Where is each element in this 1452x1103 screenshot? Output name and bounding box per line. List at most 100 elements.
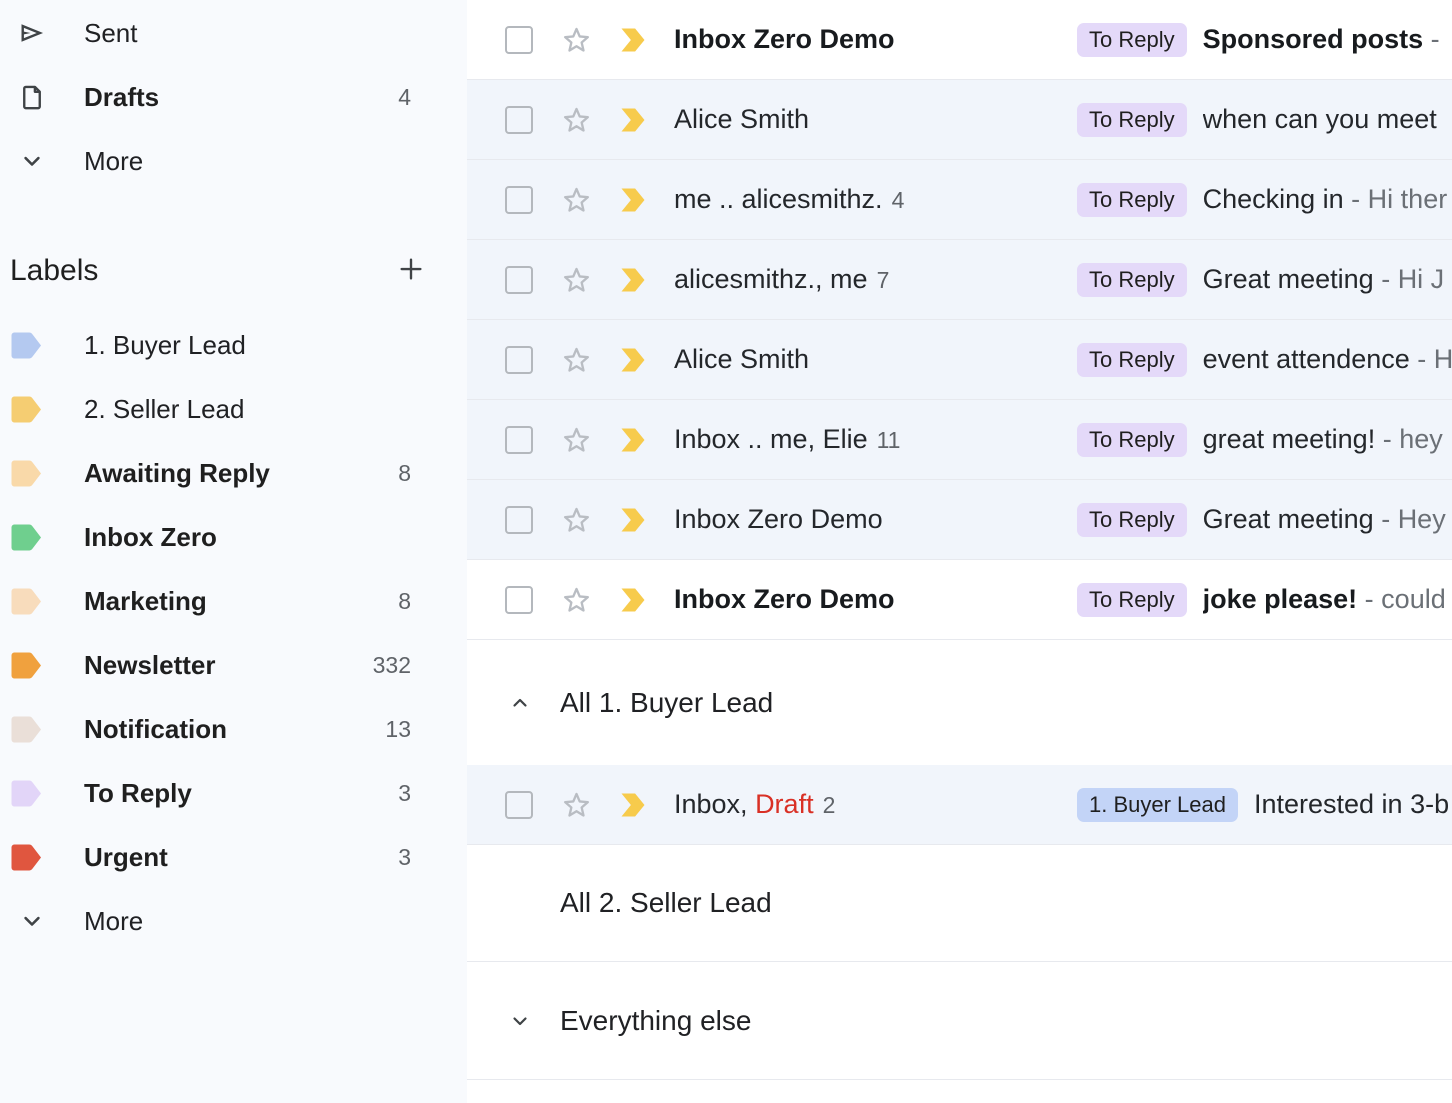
select-checkbox[interactable]	[505, 791, 533, 819]
unread-count: 13	[385, 716, 411, 743]
sidebar-label-newsletter[interactable]: Newsletter332	[0, 633, 467, 697]
sender: Inbox Zero Demo	[674, 504, 1049, 535]
sender: me .. alicesmithz.4	[674, 184, 1049, 215]
star-icon[interactable]	[560, 503, 593, 536]
star-icon[interactable]	[560, 103, 593, 136]
label-tag-icon	[10, 843, 44, 872]
star-icon[interactable]	[560, 423, 593, 456]
label-badge[interactable]: To Reply	[1077, 183, 1187, 217]
chevron-down-icon[interactable]	[508, 1007, 532, 1035]
label-tag-icon	[10, 587, 44, 616]
select-checkbox[interactable]	[505, 426, 533, 454]
subject: great meeting!	[1203, 424, 1376, 454]
star-icon[interactable]	[560, 343, 593, 376]
star-icon[interactable]	[560, 183, 593, 216]
plus-icon	[396, 254, 426, 289]
sender: alicesmithz., me7	[674, 264, 1049, 295]
label-tag-icon	[10, 651, 44, 680]
email-row[interactable]: Alice SmithTo Replywhen can you meet	[467, 80, 1452, 160]
subject: Sponsored posts	[1203, 24, 1424, 54]
sidebar-item-label: Sent	[84, 18, 411, 49]
label-badge[interactable]: To Reply	[1077, 263, 1187, 297]
select-checkbox[interactable]	[505, 106, 533, 134]
sender: Inbox .. me, Elie11	[674, 424, 1049, 455]
importance-marker-icon[interactable]	[620, 587, 649, 613]
label-badge[interactable]: To Reply	[1077, 503, 1187, 537]
importance-marker-icon[interactable]	[620, 27, 649, 53]
sidebar-label-marketing[interactable]: Marketing8	[0, 569, 467, 633]
label-badge[interactable]: To Reply	[1077, 423, 1187, 457]
sidebar-label-2-seller-lead[interactable]: 2. Seller Lead	[0, 377, 467, 441]
sidebar-item-drafts[interactable]: Drafts4	[0, 65, 467, 129]
star-icon[interactable]	[560, 788, 593, 821]
star-icon[interactable]	[560, 583, 593, 616]
sidebar-item-label: Drafts	[84, 82, 398, 113]
label-badge[interactable]: To Reply	[1077, 583, 1187, 617]
sender: Inbox, Draft2	[674, 789, 1049, 820]
email-row[interactable]: Inbox Zero DemoTo ReplySponsored posts -	[467, 0, 1452, 80]
select-checkbox[interactable]	[505, 266, 533, 294]
email-row[interactable]: me .. alicesmithz.4 To Reply Checking in -…	[467, 160, 1452, 240]
sidebar-label-urgent[interactable]: Urgent3	[0, 825, 467, 889]
thread-count: 4	[892, 187, 905, 214]
email-row[interactable]: alicesmithz., me7To ReplyGreat meeting -…	[467, 240, 1452, 320]
sidebar-item-more[interactable]: More	[0, 129, 467, 193]
document-icon	[12, 81, 52, 114]
label-tag-icon	[10, 715, 44, 744]
importance-marker-icon[interactable]	[620, 107, 649, 133]
importance-marker-icon[interactable]	[620, 187, 649, 213]
email-row[interactable]: Alice SmithTo Replyevent attendence - H	[467, 320, 1452, 400]
select-checkbox[interactable]	[505, 586, 533, 614]
chevron-down-icon	[12, 907, 52, 935]
select-checkbox[interactable]	[505, 346, 533, 374]
label-tag-icon	[10, 779, 44, 808]
create-label-button[interactable]	[395, 255, 427, 287]
subject-snippet: Checking in - Hi ther	[1203, 184, 1452, 215]
subject: Interested in 3-b	[1254, 789, 1449, 819]
label-name: Notification	[84, 714, 385, 745]
snippet: hey	[1399, 424, 1443, 454]
buyer-lead-rows: Inbox, Draft2 1. Buyer Lead Interested in …	[467, 765, 1452, 845]
subject: event attendence	[1203, 344, 1410, 374]
importance-marker-icon[interactable]	[620, 507, 649, 533]
importance-marker-icon[interactable]	[620, 427, 649, 453]
unread-count: 3	[398, 844, 411, 871]
sidebar-item-label: More	[84, 906, 411, 937]
unread-count: 8	[398, 588, 411, 615]
label-badge[interactable]: 1. Buyer Lead	[1077, 788, 1238, 822]
sidebar-label-to-reply[interactable]: To Reply3	[0, 761, 467, 825]
sidebar-label-1-buyer-lead[interactable]: 1. Buyer Lead	[0, 313, 467, 377]
section-header-buyer-lead: All 1. Buyer Lead	[467, 640, 1452, 765]
sidebar-label-notification[interactable]: Notification13	[0, 697, 467, 761]
section-title: All 1. Buyer Lead	[560, 687, 773, 719]
email-row[interactable]: Inbox .. me, Elie11 To Reply great meeting…	[467, 400, 1452, 480]
email-row[interactable]: Inbox Zero DemoTo Replyjoke please! - co…	[467, 560, 1452, 640]
sidebar-item-sent[interactable]: Sent	[0, 1, 467, 65]
sidebar-label-inbox-zero[interactable]: Inbox Zero	[0, 505, 467, 569]
sidebar-label-awaiting-reply[interactable]: Awaiting Reply8	[0, 441, 467, 505]
star-icon[interactable]	[560, 263, 593, 296]
unread-count: 8	[398, 460, 411, 487]
importance-marker-icon[interactable]	[620, 267, 649, 293]
select-checkbox[interactable]	[505, 186, 533, 214]
select-checkbox[interactable]	[505, 506, 533, 534]
section-title: Everything else	[560, 1005, 751, 1037]
sender: Alice Smith	[674, 104, 1049, 135]
label-name: Marketing	[84, 586, 398, 617]
label-name: Urgent	[84, 842, 398, 873]
select-checkbox[interactable]	[505, 26, 533, 54]
label-badge[interactable]: To Reply	[1077, 103, 1187, 137]
subject: Great meeting	[1203, 264, 1374, 294]
star-icon[interactable]	[560, 23, 593, 56]
email-row[interactable]: Inbox, Draft2 1. Buyer Lead Interested in …	[467, 765, 1452, 845]
label-tag-icon	[10, 459, 44, 488]
importance-marker-icon[interactable]	[620, 792, 649, 818]
sidebar-item-more-labels[interactable]: More	[0, 889, 467, 953]
label-badge[interactable]: To Reply	[1077, 343, 1187, 377]
chevron-up-icon[interactable]	[508, 689, 532, 717]
labels-header: Labels	[0, 249, 467, 293]
email-row[interactable]: Inbox Zero DemoTo ReplyGreat meeting - H…	[467, 480, 1452, 560]
importance-marker-icon[interactable]	[620, 347, 649, 373]
label-badge[interactable]: To Reply	[1077, 23, 1187, 57]
subject: Great meeting	[1203, 504, 1374, 534]
